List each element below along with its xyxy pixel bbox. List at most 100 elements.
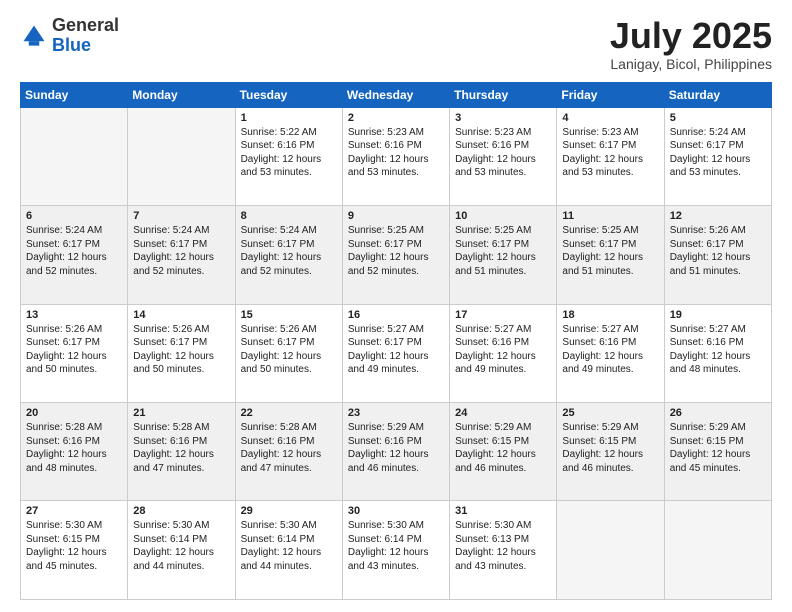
calendar-row-5: 27Sunrise: 5:30 AMSunset: 6:15 PMDayligh… (21, 501, 772, 600)
daylight-text: Daylight: 12 hours and 46 minutes. (348, 448, 444, 475)
sunset-text: Sunset: 6:17 PM (562, 238, 658, 252)
daylight-text: Daylight: 12 hours and 51 minutes. (670, 251, 766, 278)
day-number: 4 (562, 112, 658, 124)
title-block: July 2025 Lanigay, Bicol, Philippines (610, 16, 772, 72)
sunrise-text: Sunrise: 5:26 AM (133, 323, 229, 337)
sunrise-text: Sunrise: 5:28 AM (241, 421, 337, 435)
day-number: 7 (133, 210, 229, 222)
logo-general-text: General (52, 15, 119, 35)
day-number: 13 (26, 309, 122, 321)
calendar-cell: 6Sunrise: 5:24 AMSunset: 6:17 PMDaylight… (21, 206, 128, 304)
sunset-text: Sunset: 6:17 PM (26, 336, 122, 350)
daylight-text: Daylight: 12 hours and 44 minutes. (241, 546, 337, 573)
calendar-cell: 30Sunrise: 5:30 AMSunset: 6:14 PMDayligh… (342, 501, 449, 600)
calendar-cell: 3Sunrise: 5:23 AMSunset: 6:16 PMDaylight… (450, 107, 557, 205)
sunset-text: Sunset: 6:14 PM (241, 533, 337, 547)
sunrise-text: Sunrise: 5:27 AM (562, 323, 658, 337)
sunrise-text: Sunrise: 5:25 AM (562, 224, 658, 238)
sunset-text: Sunset: 6:15 PM (670, 435, 766, 449)
calendar-row-2: 6Sunrise: 5:24 AMSunset: 6:17 PMDaylight… (21, 206, 772, 304)
calendar-cell: 24Sunrise: 5:29 AMSunset: 6:15 PMDayligh… (450, 403, 557, 501)
sunrise-text: Sunrise: 5:24 AM (670, 126, 766, 140)
daylight-text: Daylight: 12 hours and 51 minutes. (562, 251, 658, 278)
calendar: Sunday Monday Tuesday Wednesday Thursday… (20, 82, 772, 600)
sunrise-text: Sunrise: 5:30 AM (348, 519, 444, 533)
logo-icon (20, 22, 48, 50)
calendar-cell: 2Sunrise: 5:23 AMSunset: 6:16 PMDaylight… (342, 107, 449, 205)
calendar-cell: 9Sunrise: 5:25 AMSunset: 6:17 PMDaylight… (342, 206, 449, 304)
sunrise-text: Sunrise: 5:27 AM (670, 323, 766, 337)
daylight-text: Daylight: 12 hours and 45 minutes. (26, 546, 122, 573)
sunrise-text: Sunrise: 5:30 AM (455, 519, 551, 533)
header-tuesday: Tuesday (235, 82, 342, 107)
day-number: 1 (241, 112, 337, 124)
calendar-cell: 25Sunrise: 5:29 AMSunset: 6:15 PMDayligh… (557, 403, 664, 501)
daylight-text: Daylight: 12 hours and 49 minutes. (455, 350, 551, 377)
calendar-cell: 12 Sunrise: 5:26 AMSunset: 6:17 PMDayligh… (664, 206, 771, 304)
daylight-text: Daylight: 12 hours and 52 minutes. (348, 251, 444, 278)
day-number: 29 (241, 505, 337, 517)
header: General Blue July 2025 Lanigay, Bicol, P… (20, 16, 772, 72)
sunset-text: Sunset: 6:17 PM (133, 336, 229, 350)
day-number: 24 (455, 407, 551, 419)
sunrise-text: Sunrise: 5:26 AM (241, 323, 337, 337)
calendar-cell: 31Sunrise: 5:30 AMSunset: 6:13 PMDayligh… (450, 501, 557, 600)
calendar-cell: 19Sunrise: 5:27 AMSunset: 6:16 PMDayligh… (664, 304, 771, 402)
sunset-text: Sunset: 6:14 PM (348, 533, 444, 547)
daylight-text: Daylight: 12 hours and 47 minutes. (133, 448, 229, 475)
header-monday: Monday (128, 82, 235, 107)
calendar-cell: 20Sunrise: 5:28 AMSunset: 6:16 PMDayligh… (21, 403, 128, 501)
daylight-text: Daylight: 12 hours and 47 minutes. (241, 448, 337, 475)
daylight-text: Daylight: 12 hours and 53 minutes. (670, 153, 766, 180)
daylight-text: Daylight: 12 hours and 53 minutes. (348, 153, 444, 180)
sunrise-text: Sunrise: 5:26 AM (670, 224, 766, 238)
day-number: 14 (133, 309, 229, 321)
sunset-text: Sunset: 6:16 PM (455, 336, 551, 350)
calendar-cell (664, 501, 771, 600)
sunrise-text: Sunrise: 5:29 AM (670, 421, 766, 435)
daylight-text: Daylight: 12 hours and 46 minutes. (562, 448, 658, 475)
sunrise-text: Sunrise: 5:29 AM (348, 421, 444, 435)
sunset-text: Sunset: 6:17 PM (348, 238, 444, 252)
day-number: 2 (348, 112, 444, 124)
calendar-cell: 1Sunrise: 5:22 AMSunset: 6:16 PMDaylight… (235, 107, 342, 205)
sunset-text: Sunset: 6:17 PM (241, 238, 337, 252)
sunrise-text: Sunrise: 5:23 AM (455, 126, 551, 140)
sunset-text: Sunset: 6:16 PM (241, 139, 337, 153)
daylight-text: Daylight: 12 hours and 53 minutes. (241, 153, 337, 180)
day-number: 11 (562, 210, 658, 222)
sunset-text: Sunset: 6:13 PM (455, 533, 551, 547)
sunrise-text: Sunrise: 5:30 AM (241, 519, 337, 533)
logo: General Blue (20, 16, 119, 56)
sunset-text: Sunset: 6:17 PM (26, 238, 122, 252)
sunset-text: Sunset: 6:16 PM (26, 435, 122, 449)
sunrise-text: Sunrise: 5:25 AM (348, 224, 444, 238)
sunset-text: Sunset: 6:17 PM (670, 238, 766, 252)
day-number: 6 (26, 210, 122, 222)
sunset-text: Sunset: 6:17 PM (348, 336, 444, 350)
day-number: 12 (670, 210, 766, 222)
calendar-cell: 18Sunrise: 5:27 AMSunset: 6:16 PMDayligh… (557, 304, 664, 402)
sunset-text: Sunset: 6:16 PM (562, 336, 658, 350)
daylight-text: Daylight: 12 hours and 43 minutes. (348, 546, 444, 573)
day-number: 15 (241, 309, 337, 321)
day-number: 22 (241, 407, 337, 419)
calendar-cell: 16Sunrise: 5:27 AMSunset: 6:17 PMDayligh… (342, 304, 449, 402)
sunrise-text: Sunrise: 5:26 AM (26, 323, 122, 337)
calendar-cell: 23Sunrise: 5:29 AMSunset: 6:16 PMDayligh… (342, 403, 449, 501)
calendar-cell: 7Sunrise: 5:24 AMSunset: 6:17 PMDaylight… (128, 206, 235, 304)
sunrise-text: Sunrise: 5:28 AM (133, 421, 229, 435)
calendar-cell: 17Sunrise: 5:27 AMSunset: 6:16 PMDayligh… (450, 304, 557, 402)
location: Lanigay, Bicol, Philippines (610, 56, 772, 72)
daylight-text: Daylight: 12 hours and 52 minutes. (26, 251, 122, 278)
sunrise-text: Sunrise: 5:30 AM (26, 519, 122, 533)
sunset-text: Sunset: 6:16 PM (455, 139, 551, 153)
weekday-header-row: Sunday Monday Tuesday Wednesday Thursday… (21, 82, 772, 107)
daylight-text: Daylight: 12 hours and 52 minutes. (133, 251, 229, 278)
day-number: 21 (133, 407, 229, 419)
day-number: 28 (133, 505, 229, 517)
sunset-text: Sunset: 6:16 PM (670, 336, 766, 350)
daylight-text: Daylight: 12 hours and 49 minutes. (562, 350, 658, 377)
day-number: 8 (241, 210, 337, 222)
sunrise-text: Sunrise: 5:27 AM (455, 323, 551, 337)
